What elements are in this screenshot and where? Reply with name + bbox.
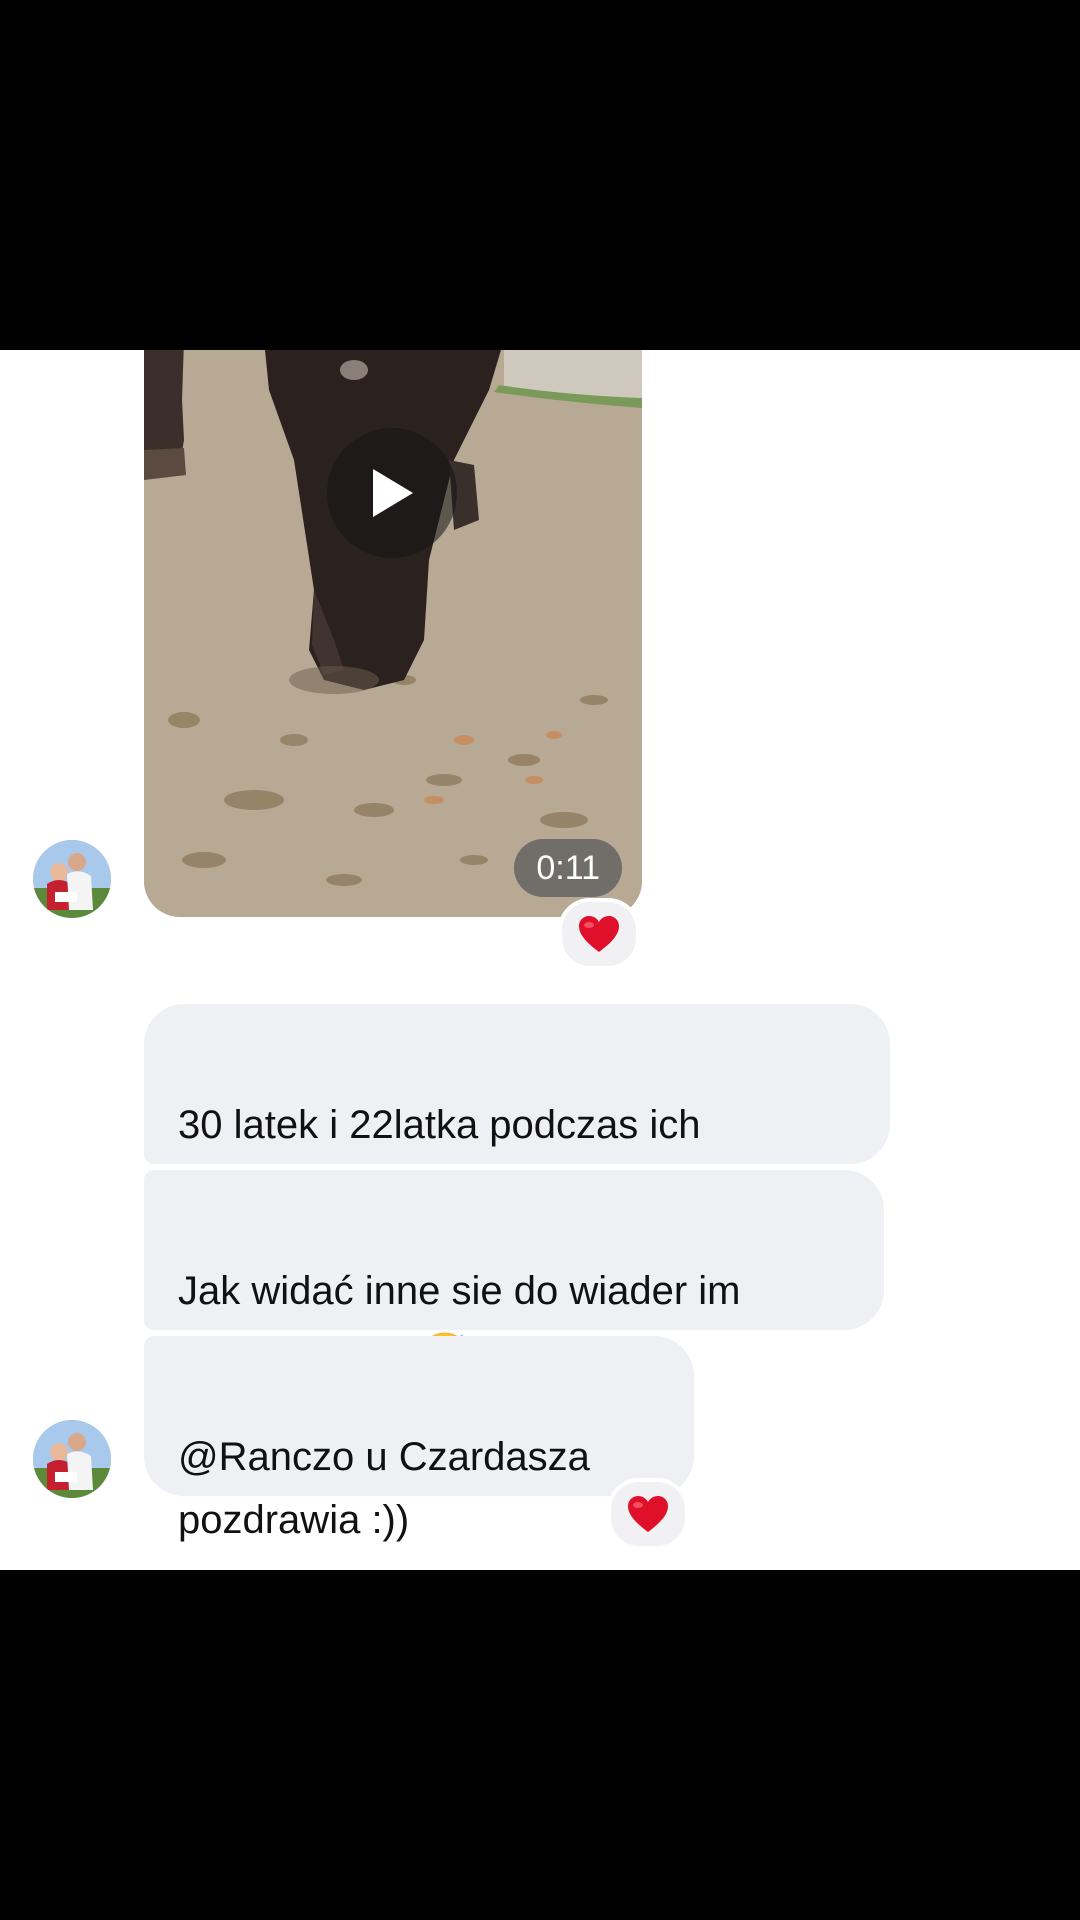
message-bubble[interactable]: Jak widać inne sie do wiader im wpychaja… bbox=[144, 1170, 884, 1376]
screen: 0:11 30 latek i 22latka podczas ich doda… bbox=[0, 0, 1080, 1920]
play-icon bbox=[373, 469, 413, 517]
letterbox-bottom bbox=[0, 1570, 1080, 1920]
heart-icon bbox=[628, 1496, 668, 1532]
avatar[interactable] bbox=[33, 1420, 111, 1498]
video-message[interactable]: 0:11 bbox=[144, 350, 642, 917]
message-bubble[interactable]: 30 latek i 22latka podczas ich dodatkowe… bbox=[144, 1004, 890, 1210]
video-reaction[interactable] bbox=[558, 898, 640, 970]
message-text: @Ranczo u Czardasza pozdrawia :)) bbox=[178, 1435, 590, 1542]
message-bubble[interactable]: @Ranczo u Czardasza pozdrawia :)) bbox=[144, 1336, 694, 1542]
message-reaction[interactable] bbox=[607, 1478, 689, 1550]
avatar[interactable] bbox=[33, 840, 111, 918]
play-button[interactable] bbox=[327, 428, 457, 558]
avatar-photo bbox=[33, 1420, 111, 1498]
video-duration: 0:11 bbox=[514, 839, 622, 897]
chat-thread[interactable]: 0:11 30 latek i 22latka podczas ich doda… bbox=[0, 350, 1080, 1570]
heart-icon bbox=[579, 916, 619, 952]
letterbox-top bbox=[0, 0, 1080, 350]
avatar-photo bbox=[33, 840, 111, 918]
